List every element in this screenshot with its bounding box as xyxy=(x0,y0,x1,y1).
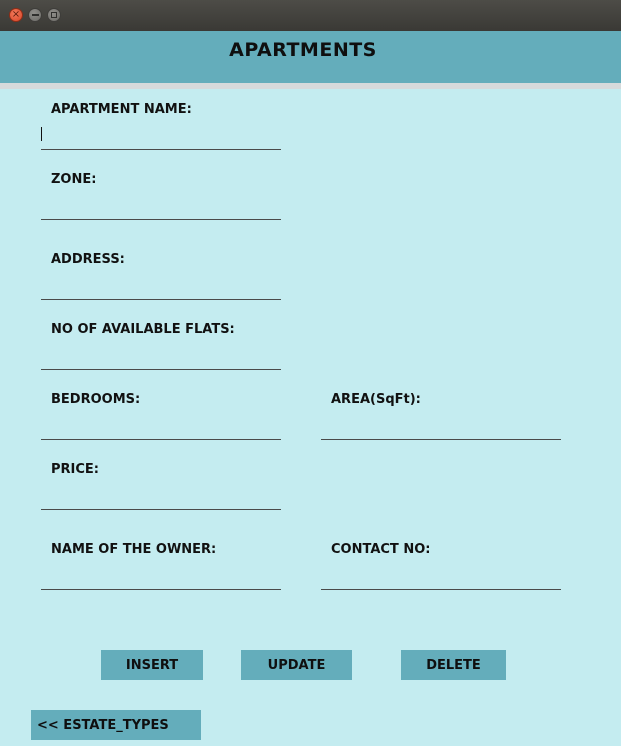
maximize-icon xyxy=(51,12,57,18)
close-icon: × xyxy=(11,9,21,20)
price-input[interactable] xyxy=(41,488,281,510)
area-label: AREA(SqFt): xyxy=(331,392,421,407)
delete-button[interactable]: DELETE xyxy=(401,650,506,680)
available-flats-input[interactable] xyxy=(41,348,281,370)
price-label: PRICE: xyxy=(51,462,99,477)
close-window-button[interactable]: × xyxy=(9,8,23,22)
contact-no-input[interactable] xyxy=(321,568,561,590)
owner-name-input[interactable] xyxy=(41,568,281,590)
maximize-window-button[interactable] xyxy=(47,8,61,22)
bedrooms-input[interactable] xyxy=(41,418,281,440)
area-input[interactable] xyxy=(321,418,561,440)
page-header: APARTMENTS xyxy=(0,31,621,89)
bedrooms-label: BEDROOMS: xyxy=(51,392,141,407)
available-flats-label: NO OF AVAILABLE FLATS: xyxy=(51,322,235,337)
apartment-name-input[interactable] xyxy=(41,128,281,150)
page-title: APARTMENTS xyxy=(229,39,377,61)
address-label: ADDRESS: xyxy=(51,252,125,267)
address-input[interactable] xyxy=(41,278,281,300)
back-to-estate-types-button[interactable]: << ESTATE_TYPES xyxy=(31,710,201,740)
owner-name-label: NAME OF THE OWNER: xyxy=(51,542,217,557)
update-button[interactable]: UPDATE xyxy=(241,650,352,680)
zone-label: ZONE: xyxy=(51,172,97,187)
zone-input[interactable] xyxy=(41,198,281,220)
apartment-name-label: APARTMENT NAME: xyxy=(51,102,192,117)
contact-no-label: CONTACT NO: xyxy=(331,542,431,557)
minimize-window-button[interactable] xyxy=(28,8,42,22)
minimize-icon xyxy=(31,14,39,16)
text-caret xyxy=(41,127,42,141)
insert-button[interactable]: INSERT xyxy=(101,650,203,680)
window-titlebar: × xyxy=(0,0,621,32)
